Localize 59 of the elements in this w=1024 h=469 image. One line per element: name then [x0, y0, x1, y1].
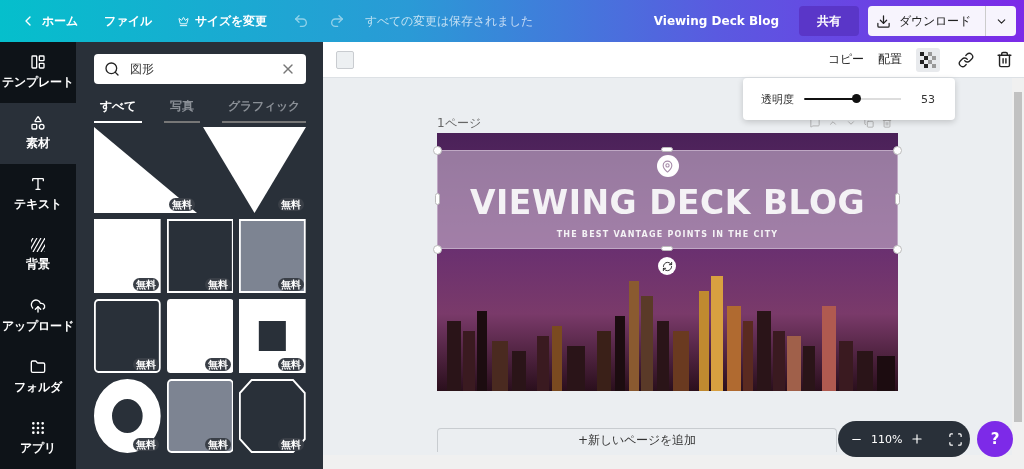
save-status: すべての変更は保存されました [365, 12, 533, 30]
category-tab[interactable]: 写真 [164, 94, 200, 123]
sidebar-item[interactable]: アプリ [0, 408, 76, 469]
download-options-button[interactable] [986, 6, 1016, 36]
help-button[interactable]: ? [977, 421, 1013, 457]
resize-handle[interactable] [895, 193, 900, 205]
resize-handle[interactable] [435, 193, 440, 205]
fullscreen-icon[interactable] [948, 431, 964, 447]
hatch-icon [31, 238, 45, 252]
crown-icon [178, 15, 189, 27]
transparency-button[interactable] [916, 47, 940, 72]
search-input[interactable]: 図形 [128, 61, 272, 77]
download-icon [876, 13, 891, 29]
free-badge: 無料 [169, 198, 195, 211]
resize-handle[interactable] [433, 245, 442, 254]
sidebar-item[interactable]: フォルダ [0, 347, 76, 408]
cloud-upload-icon [30, 298, 46, 314]
free-badge: 無料 [205, 438, 232, 451]
color-swatch[interactable] [336, 50, 354, 69]
sidebar-item[interactable]: 背景 [0, 225, 76, 286]
sidebar-item[interactable]: テキスト [0, 164, 76, 225]
free-badge: 無料 [278, 198, 304, 211]
free-badge: 無料 [205, 358, 232, 371]
resize-handle[interactable] [661, 147, 673, 152]
share-button[interactable]: 共有 [799, 6, 859, 36]
download-button[interactable]: ダウンロード [868, 6, 986, 36]
sidebar-item[interactable]: テンプレート [0, 42, 76, 103]
document-title: Viewing Deck Blog [653, 14, 779, 28]
resize-handle[interactable] [893, 146, 902, 155]
search-field[interactable]: 図形 [94, 54, 306, 84]
category-tab[interactable]: すべて [94, 94, 142, 123]
design-title: VIEWING DECK BLOG [469, 183, 866, 222]
folder-icon [30, 359, 46, 375]
resize-handle[interactable] [433, 146, 442, 155]
category-tab[interactable]: グラフィック [222, 94, 306, 123]
transparency-value: 53 [920, 92, 935, 106]
free-badge: 無料 [205, 278, 232, 291]
arrange-button[interactable]: 配置 [878, 51, 902, 68]
zoom-in-icon[interactable] [910, 432, 925, 446]
free-badge: 無料 [278, 358, 304, 371]
free-badge: 無料 [278, 278, 304, 291]
transparency-label: 透明度 [761, 91, 794, 107]
zoom-value: 110% [871, 432, 903, 446]
shapes-icon [30, 115, 46, 131]
text-icon [30, 176, 46, 192]
design-subtitle: THE BEST VANTAGE POINTS IN THE CITY [556, 230, 779, 239]
resize-handle[interactable] [661, 246, 673, 251]
dots-grid-icon [30, 420, 46, 436]
rotate-icon[interactable] [658, 257, 676, 275]
free-badge: 無料 [278, 438, 304, 451]
resize-handle[interactable] [893, 245, 902, 254]
sidebar-item[interactable]: 素材 [0, 103, 76, 164]
page-label: 1ページ [437, 114, 481, 132]
copy-button[interactable]: コピー [828, 51, 864, 68]
template-icon [30, 54, 46, 70]
add-page-button[interactable]: +新しいページを追加 [437, 428, 837, 452]
map-pin-icon [656, 155, 679, 177]
search-icon [104, 61, 120, 77]
sidebar-item[interactable]: アップロード [0, 286, 76, 347]
